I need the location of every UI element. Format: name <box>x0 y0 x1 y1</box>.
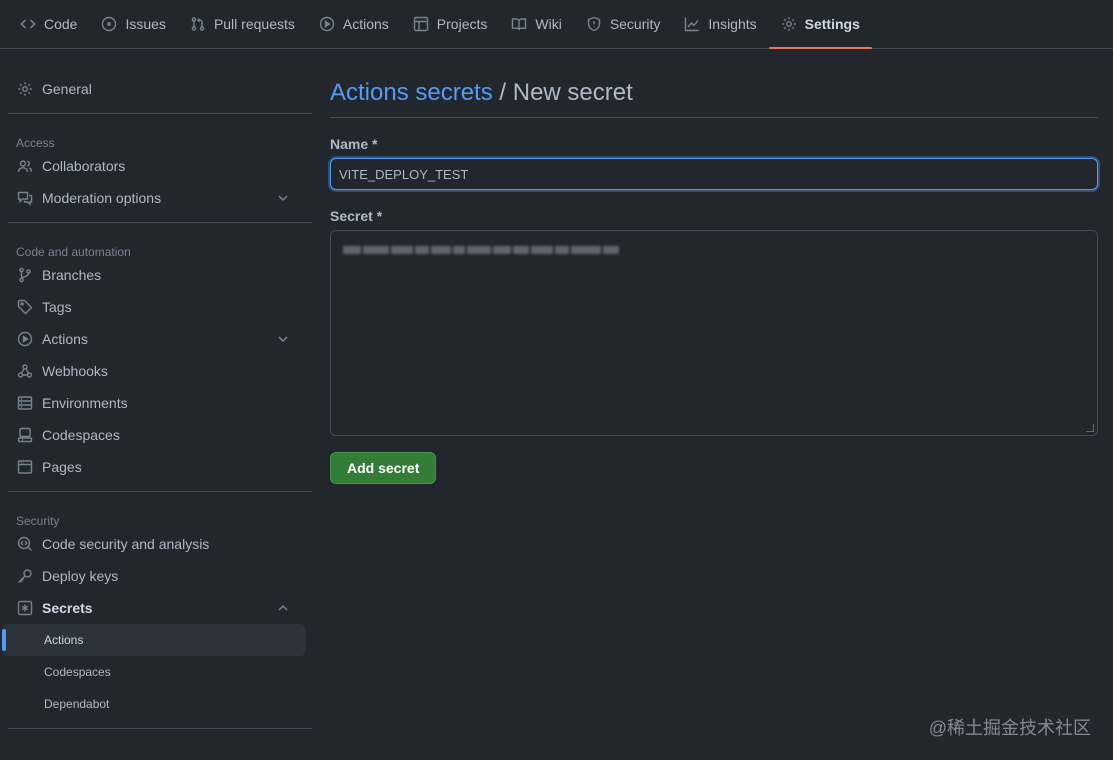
sidebar-item-label: Branches <box>42 267 102 283</box>
page-title-text: New secret <box>512 79 633 106</box>
resize-handle[interactable] <box>1086 424 1094 432</box>
table-icon <box>413 16 429 32</box>
sidebar-item-moderation[interactable]: Moderation options <box>0 182 306 214</box>
sidebar-item-label: Actions <box>42 331 88 347</box>
breadcrumb-separator: / <box>492 79 513 106</box>
tab-code[interactable]: Code <box>8 0 89 48</box>
gear-icon <box>781 16 797 32</box>
tab-settings[interactable]: Settings <box>768 0 873 49</box>
codespaces-icon <box>16 426 34 444</box>
sidebar-item-actions[interactable]: Actions <box>0 323 306 355</box>
play-icon <box>319 16 335 32</box>
sidebar-item-collaborators[interactable]: Collaborators <box>0 150 306 182</box>
sidebar-item-code-security[interactable]: Code security and analysis <box>0 528 306 560</box>
sidebar-subitem-codespaces[interactable]: Codespaces <box>2 656 306 688</box>
asterisk-box-icon <box>16 599 34 617</box>
tab-label: Wiki <box>535 16 562 32</box>
pull-request-icon <box>190 16 206 32</box>
tab-pull-requests[interactable]: Pull requests <box>178 0 307 48</box>
chevron-up-icon[interactable] <box>276 601 290 615</box>
chevron-down-icon[interactable] <box>276 332 290 346</box>
tab-issues[interactable]: Issues <box>89 0 177 48</box>
main-content: Actions secrets / New secret Name * Secr… <box>330 49 1098 484</box>
sidebar-subitem-actions[interactable]: Actions <box>2 624 306 656</box>
gear-icon <box>16 80 34 98</box>
tab-wiki[interactable]: Wiki <box>499 0 573 48</box>
sidebar-item-label: Webhooks <box>42 363 108 379</box>
tag-icon <box>16 298 34 316</box>
chevron-down-icon[interactable] <box>276 191 290 205</box>
sidebar-item-pages[interactable]: Pages <box>0 451 306 483</box>
webhook-icon <box>16 362 34 380</box>
sidebar-divider <box>8 728 312 729</box>
sidebar-item-label: Environments <box>42 395 128 411</box>
shield-icon <box>586 16 602 32</box>
secret-label: Secret * <box>330 208 383 224</box>
tab-projects[interactable]: Projects <box>401 0 500 48</box>
sidebar-item-label: Deploy keys <box>42 568 119 584</box>
tab-label: Pull requests <box>213 16 295 32</box>
sidebar-item-environments[interactable]: Environments <box>0 387 306 419</box>
sidebar-item-label: Tags <box>42 299 72 315</box>
secret-textarea[interactable] <box>330 230 1098 436</box>
sidebar-item-webhooks[interactable]: Webhooks <box>0 355 306 387</box>
sidebar-item-label: Pages <box>42 459 82 475</box>
repo-nav: Code Issues Pull requests Actions Projec… <box>0 0 1113 49</box>
sidebar-item-label: General <box>42 81 92 97</box>
sidebar-item-secrets[interactable]: Secrets <box>0 592 306 624</box>
sidebar-item-label: Secrets <box>42 600 93 616</box>
sidebar-heading-code-automation: Code and automation <box>16 245 131 259</box>
sidebar-subitem-dependabot[interactable]: Dependabot <box>2 688 306 720</box>
sidebar-item-codespaces[interactable]: Codespaces <box>0 419 306 451</box>
breadcrumb-actions-secrets-link[interactable]: Actions secrets <box>330 79 493 106</box>
sidebar-item-label: Codespaces <box>42 427 120 443</box>
sidebar-item-label: Collaborators <box>42 158 126 174</box>
sidebar-heading-access: Access <box>16 136 55 150</box>
people-icon <box>16 157 34 175</box>
browser-icon <box>16 458 34 476</box>
sidebar-item-general[interactable]: General <box>0 73 306 105</box>
add-secret-button[interactable]: Add secret <box>330 452 437 484</box>
sidebar-item-deploy-keys[interactable]: Deploy keys <box>0 560 306 592</box>
tab-label: Settings <box>804 16 860 32</box>
sidebar-heading-security: Security <box>16 514 60 528</box>
sidebar-divider <box>8 113 312 114</box>
sidebar-item-label: Moderation options <box>42 190 162 206</box>
codescan-icon <box>16 535 34 553</box>
graph-icon <box>684 16 700 32</box>
name-input[interactable] <box>330 158 1098 190</box>
tab-label: Insights <box>708 16 757 32</box>
tab-label: Issues <box>125 16 166 32</box>
tab-label: Code <box>44 16 78 32</box>
key-icon <box>16 567 34 585</box>
sidebar-divider <box>8 491 312 492</box>
watermark: @稀土掘金技术社区 <box>928 718 1091 738</box>
comment-discussion-icon <box>16 189 34 207</box>
book-icon <box>511 16 527 32</box>
redacted-secret-value <box>343 243 625 257</box>
server-icon <box>16 394 34 412</box>
sidebar-divider <box>8 222 312 223</box>
name-label: Name * <box>330 136 378 152</box>
play-icon <box>16 330 34 348</box>
code-icon <box>20 16 36 32</box>
tab-label: Actions <box>342 16 389 32</box>
page-title: Actions secrets / New secret <box>330 79 1098 118</box>
tab-actions[interactable]: Actions <box>307 0 401 48</box>
tab-security[interactable]: Security <box>574 0 673 48</box>
sidebar-item-label: Code security and analysis <box>42 536 210 552</box>
tab-label: Security <box>609 16 661 32</box>
issue-icon <box>101 16 117 32</box>
tab-insights[interactable]: Insights <box>672 0 768 48</box>
sidebar-item-branches[interactable]: Branches <box>0 259 306 291</box>
branch-icon <box>16 266 34 284</box>
settings-sidebar: General Access Collaborators Moderation … <box>0 49 314 760</box>
tab-label: Projects <box>436 16 488 32</box>
sidebar-item-tags[interactable]: Tags <box>0 291 306 323</box>
